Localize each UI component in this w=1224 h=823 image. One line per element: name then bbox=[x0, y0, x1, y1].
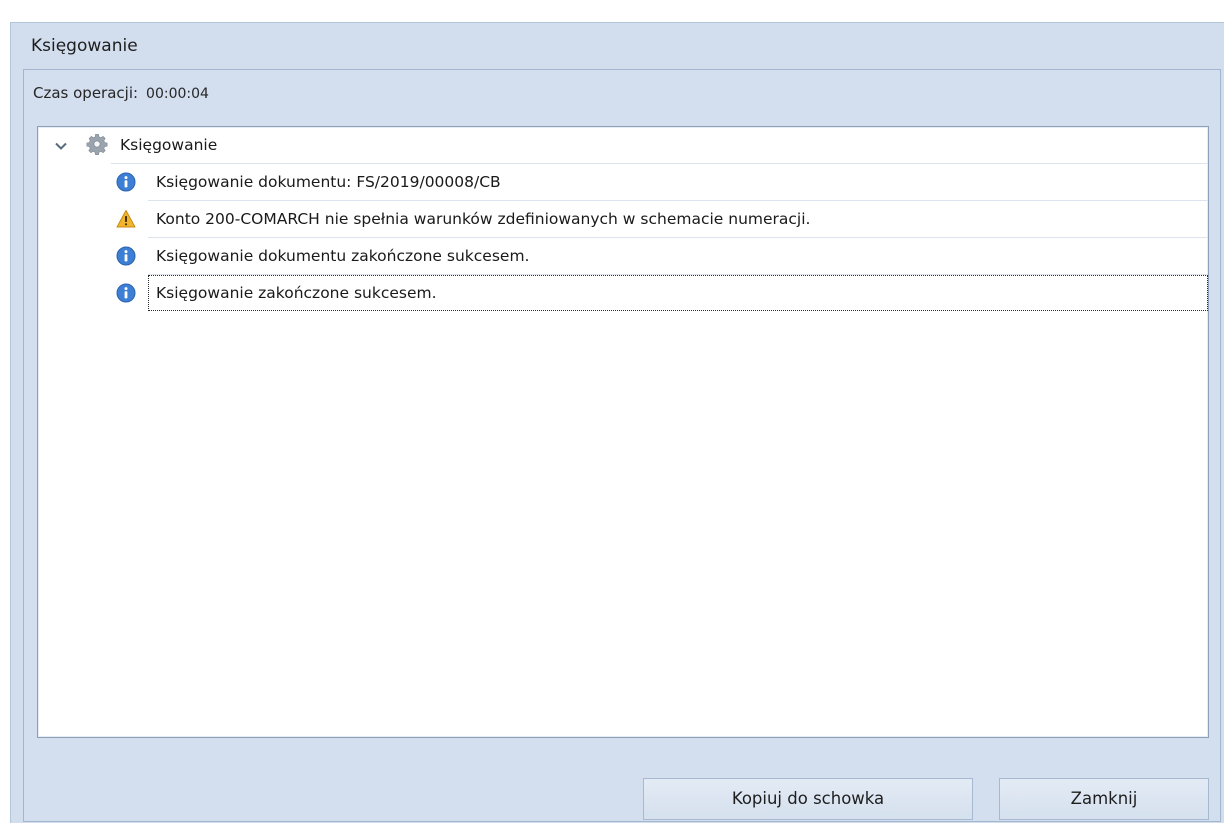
tree-root-cell[interactable] bbox=[111, 127, 1208, 164]
dialog-window: Księgowanie Czas operacji: 00:00:04 Księg… bbox=[10, 22, 1224, 823]
content-panel: Czas operacji: 00:00:04 Księgowanie Księ… bbox=[23, 69, 1221, 822]
log-item-text: Konto 200-COMARCH nie spełnia warunków z… bbox=[156, 210, 811, 228]
log-item[interactable]: Księgowanie zakończone sukcesem. bbox=[38, 275, 1208, 312]
warning-icon bbox=[116, 210, 136, 228]
log-item-text: Księgowanie dokumentu zakończone sukcese… bbox=[156, 247, 530, 265]
copy-to-clipboard-button[interactable]: Kopiuj do schowka bbox=[643, 778, 973, 820]
operation-time-value: 00:00:04 bbox=[146, 86, 209, 102]
tree-root-row[interactable]: Księgowanie bbox=[38, 127, 1208, 164]
log-item[interactable]: Księgowanie dokumentu: FS/2019/00008/CB bbox=[38, 164, 1208, 201]
gear-icon bbox=[86, 134, 108, 155]
title-bar: Księgowanie bbox=[11, 23, 1224, 67]
operation-time-label: Czas operacji: bbox=[33, 84, 139, 102]
window-title: Księgowanie bbox=[31, 36, 138, 56]
chevron-down-icon[interactable] bbox=[54, 139, 68, 153]
log-item-text: Księgowanie dokumentu: FS/2019/00008/CB bbox=[156, 173, 501, 191]
log-item[interactable]: Konto 200-COMARCH nie spełnia warunków z… bbox=[38, 201, 1208, 238]
info-icon bbox=[116, 283, 136, 303]
log-tree[interactable]: Księgowanie Księgowanie dokumentu: FS/20… bbox=[37, 126, 1209, 738]
tree-root-label: Księgowanie bbox=[120, 136, 218, 154]
close-button[interactable]: Zamknij bbox=[999, 778, 1209, 820]
log-item[interactable]: Księgowanie dokumentu zakończone sukcese… bbox=[38, 238, 1208, 275]
operation-time-row: Czas operacji: 00:00:04 bbox=[33, 84, 209, 102]
info-icon bbox=[116, 246, 136, 266]
info-icon bbox=[116, 172, 136, 192]
log-item-text: Księgowanie zakończone sukcesem. bbox=[156, 284, 437, 302]
